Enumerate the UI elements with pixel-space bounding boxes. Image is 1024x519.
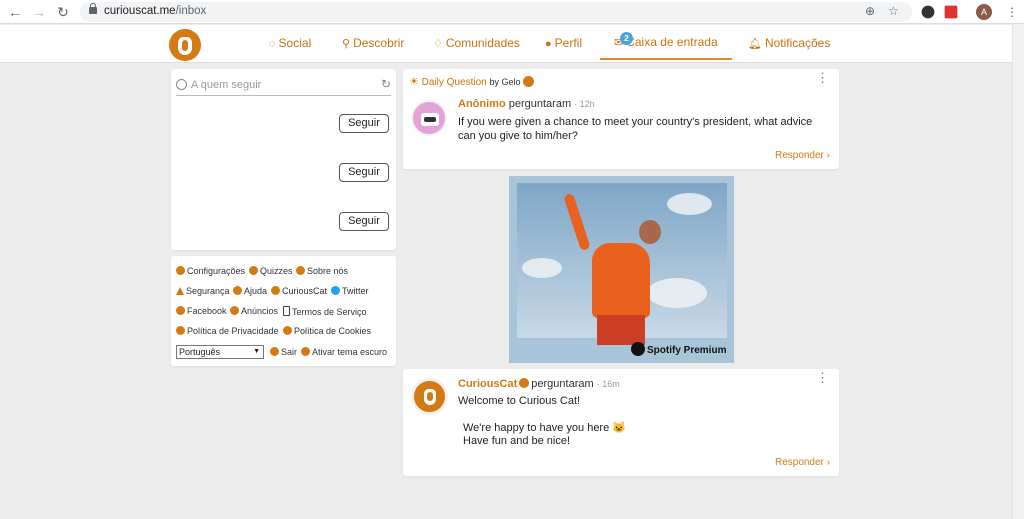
- bell-icon: 🔔︎: [748, 38, 762, 50]
- refresh-icon[interactable]: ↻: [381, 77, 391, 91]
- extension-icon[interactable]: [921, 5, 935, 19]
- link-help[interactable]: Ajuda: [233, 286, 267, 296]
- link-dark-theme[interactable]: Ativar tema escuro: [301, 347, 387, 357]
- ad-image: [517, 183, 727, 345]
- link-about[interactable]: Sobre nós: [296, 266, 348, 276]
- daily-question-header: ☀ Daily Question by Gelo: [409, 75, 534, 88]
- sun-icon: ☀: [409, 76, 419, 88]
- eye-icon: [230, 306, 239, 315]
- nav-communities[interactable]: ♢ Comunidades: [433, 36, 520, 50]
- info-icon: [296, 266, 305, 275]
- lock-icon: [176, 326, 185, 335]
- inbox-count-badge: 2: [620, 32, 633, 45]
- reload-icon[interactable]: ↻: [54, 3, 72, 21]
- diamond-icon: ♢: [433, 38, 443, 50]
- profile-avatar[interactable]: A: [976, 4, 992, 20]
- curiouscat-logo[interactable]: [169, 29, 201, 61]
- cat-icon: [271, 286, 280, 295]
- gear-icon: [176, 266, 185, 275]
- spotify-icon: [631, 342, 645, 356]
- curiouscat-avatar[interactable]: [411, 378, 448, 415]
- nav-social[interactable]: ◌ Social: [269, 36, 311, 50]
- moon-icon: [301, 347, 310, 356]
- question-icon: [249, 266, 258, 275]
- link-ads[interactable]: Anúncios: [230, 306, 278, 316]
- nav-profile[interactable]: ● Perfil: [545, 36, 582, 50]
- welcome-line: We're happy to have you here 😺: [463, 422, 626, 434]
- document-icon: [283, 306, 290, 316]
- pdf-extension-icon[interactable]: [944, 5, 958, 19]
- link-twitter[interactable]: Twitter: [331, 286, 369, 296]
- question-header: Anônimo perguntaram · 12h: [458, 98, 595, 110]
- link-security[interactable]: Segurança: [176, 286, 230, 296]
- question-header: CuriousCat perguntaram · 16m: [458, 378, 620, 390]
- browser-toolbar: ← → ↻ curiouscat.me/inbox ⊕ ☆ A ⋮: [0, 0, 1024, 24]
- who-to-follow-placeholder: A quem seguir: [191, 79, 262, 91]
- url-text: curiouscat.me/inbox: [104, 5, 207, 17]
- question-author[interactable]: Anônimo: [458, 98, 506, 110]
- reply-button[interactable]: Responder ›: [775, 150, 830, 161]
- more-options-icon[interactable]: ⋮: [816, 371, 829, 384]
- logout-icon: [270, 347, 279, 356]
- dropdown-caret-icon: ▼: [253, 348, 260, 355]
- social-icon: ◌: [269, 38, 276, 50]
- follow-button[interactable]: Seguir: [339, 212, 389, 231]
- question-time: · 16m: [596, 379, 620, 389]
- nav-notifications[interactable]: 🔔︎ Notificações: [748, 36, 830, 50]
- address-bar[interactable]: curiouscat.me/inbox ⊕ ☆: [80, 2, 912, 22]
- lock-icon: [89, 3, 97, 14]
- daily-question-card: ☀ Daily Question by Gelo ⋮ Anônimo pergu…: [403, 69, 839, 169]
- welcome-line: Have fun and be nice!: [463, 435, 571, 447]
- link-cookies[interactable]: Política de Cookies: [283, 326, 371, 336]
- question-text: Welcome to Curious Cat!: [458, 395, 581, 407]
- facebook-icon: [176, 306, 185, 315]
- question-text: If you were given a chance to meet your …: [458, 116, 813, 142]
- star-icon[interactable]: ☆: [888, 4, 899, 18]
- person-icon: ●: [545, 38, 552, 50]
- help-icon: [233, 286, 242, 295]
- nav-discover[interactable]: ⚲ Descobrir: [342, 36, 404, 50]
- reply-button[interactable]: Responder ›: [775, 457, 830, 468]
- site-header: ◌ Social ⚲ Descobrir ♢ Comunidades ● Perfil …: [0, 25, 1012, 63]
- search-icon: ⚲: [342, 38, 351, 50]
- link-settings[interactable]: Configurações: [176, 266, 245, 276]
- spotify-ad[interactable]: Spotify Premium: [509, 176, 734, 363]
- link-facebook[interactable]: Facebook: [176, 306, 227, 316]
- welcome-question-card: ⋮ CuriousCat perguntaram · 16m Welcome to…: [403, 369, 839, 476]
- verified-icon: [519, 378, 530, 388]
- cookie-icon: [283, 326, 292, 335]
- browser-menu-icon[interactable]: ⋮: [1006, 4, 1018, 20]
- warning-icon: [176, 287, 184, 295]
- link-terms[interactable]: Termos de Serviço: [283, 306, 367, 317]
- gelo-badge-icon: [522, 76, 534, 87]
- link-quizzes[interactable]: Quizzes: [249, 266, 293, 276]
- ad-brand: Spotify Premium: [631, 342, 726, 356]
- who-to-follow-search[interactable]: A quem seguir ↻: [176, 77, 391, 96]
- back-icon[interactable]: ←: [6, 3, 24, 21]
- link-privacy[interactable]: Política de Privacidade: [176, 326, 279, 336]
- link-logout[interactable]: Sair: [270, 347, 297, 357]
- twitter-icon: [331, 286, 340, 295]
- page-scrollbar[interactable]: [1012, 24, 1024, 519]
- forward-icon[interactable]: →: [30, 3, 48, 21]
- link-curiouscat[interactable]: CuriousCat: [271, 286, 327, 296]
- anonymous-avatar[interactable]: [411, 100, 447, 136]
- add-icon[interactable]: ⊕: [865, 4, 875, 18]
- follow-button[interactable]: Seguir: [339, 114, 389, 133]
- more-options-icon[interactable]: ⋮: [816, 71, 829, 84]
- language-select[interactable]: Português ▼: [176, 345, 264, 359]
- question-author[interactable]: CuriousCat: [458, 378, 517, 390]
- question-time: · 12h: [574, 99, 595, 109]
- follow-button[interactable]: Seguir: [339, 163, 389, 182]
- person-icon: [176, 79, 187, 90]
